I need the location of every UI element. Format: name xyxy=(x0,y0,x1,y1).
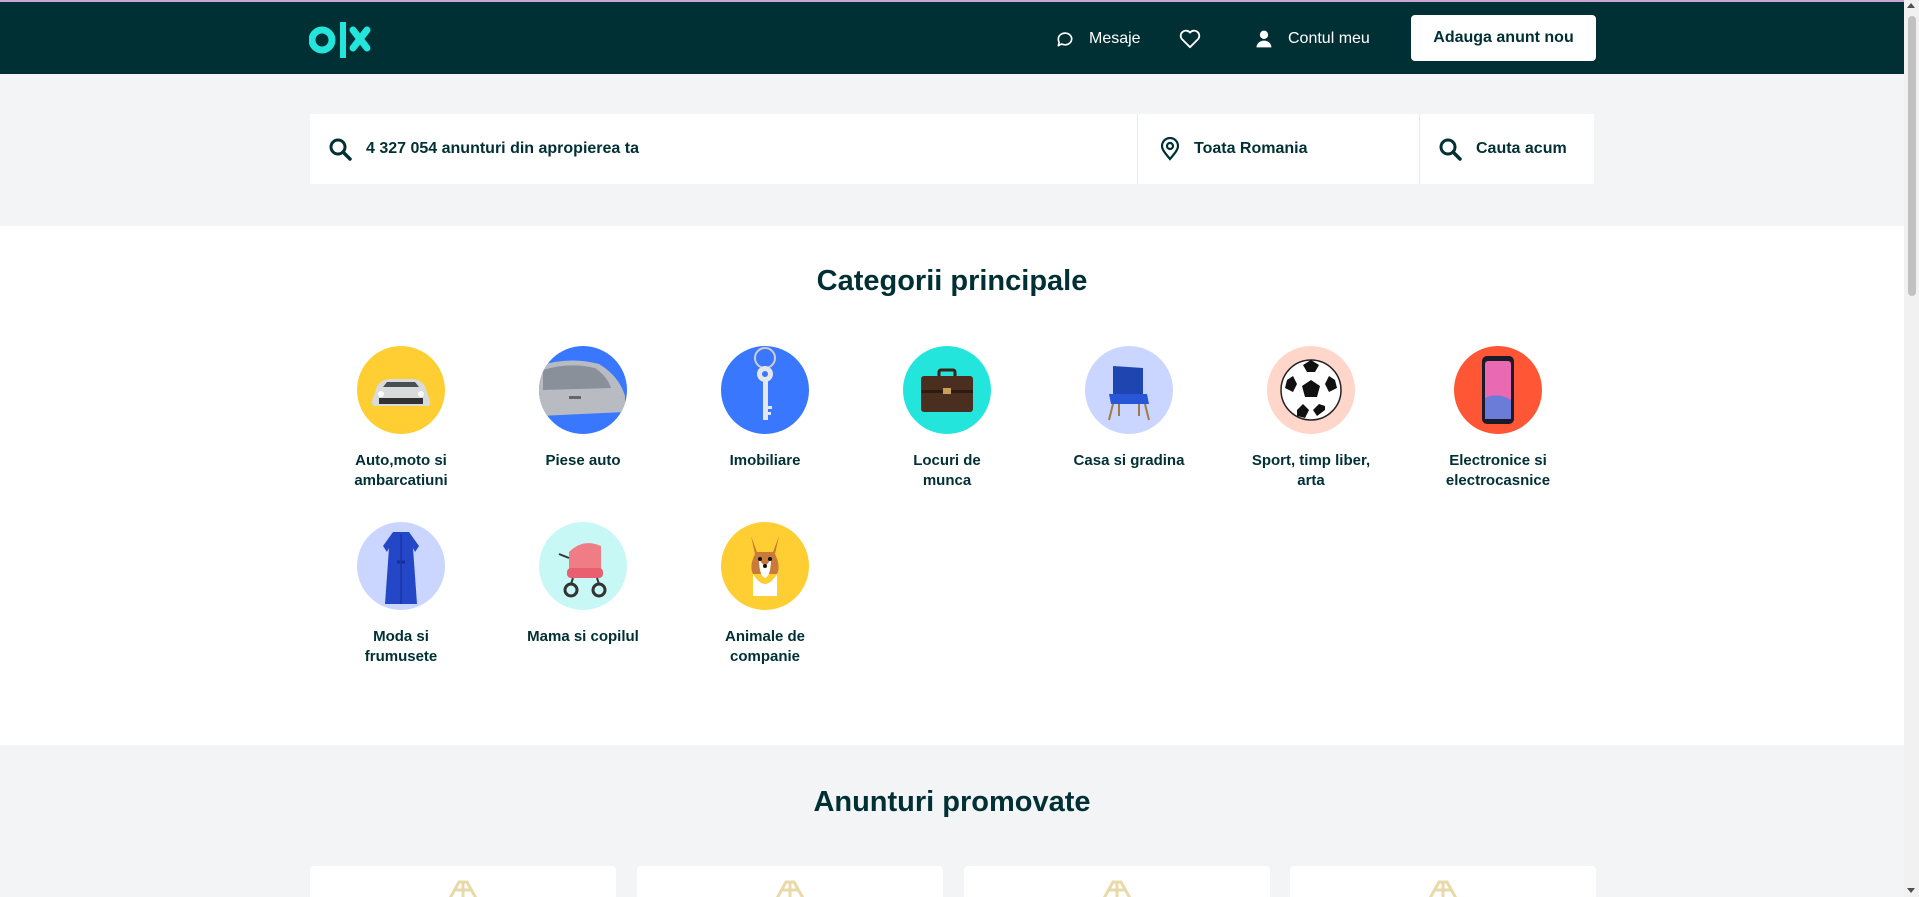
category-label: Imobiliare xyxy=(729,452,801,469)
promoted-card[interactable] xyxy=(310,866,616,897)
location-input[interactable]: Toata Romania xyxy=(1138,114,1420,184)
add-listing-button[interactable]: Adauga anunt nou xyxy=(1411,15,1596,61)
heart-icon xyxy=(1179,29,1201,49)
search-button-label: Cauta acum xyxy=(1476,140,1567,157)
scrollbar-thumb[interactable] xyxy=(1908,16,1916,296)
category-label: Piese auto xyxy=(545,452,621,469)
image-placeholder-icon xyxy=(1428,880,1458,897)
car-door-icon xyxy=(539,346,627,434)
key-icon xyxy=(721,346,809,434)
category-electronice[interactable]: Electronice si electrocasnice xyxy=(1438,346,1558,491)
category-label: Sport, timp liber, arta xyxy=(1251,452,1371,489)
category-imobiliare[interactable]: Imobiliare xyxy=(705,346,825,471)
user-icon xyxy=(1256,30,1272,48)
promoted-card[interactable] xyxy=(964,866,1270,897)
favorites-link[interactable] xyxy=(1179,26,1215,52)
car-icon xyxy=(357,346,445,434)
scroll-up-arrow-icon[interactable] xyxy=(1907,3,1915,8)
account-label: Contul meu xyxy=(1288,30,1370,47)
promoted-card[interactable] xyxy=(1290,866,1596,897)
account-link[interactable]: Contul meu xyxy=(1254,26,1370,52)
category-locuri-de-munca[interactable]: Locuri de munca xyxy=(887,346,1007,491)
soccer-ball-icon xyxy=(1267,346,1355,434)
category-animale[interactable]: Animale de companie xyxy=(705,522,825,667)
category-label: Casa si gradina xyxy=(1073,452,1185,469)
promoted-title: Anunturi promovate xyxy=(813,786,1091,818)
messages-label: Mesaje xyxy=(1089,30,1141,47)
categories-title: Categorii principale xyxy=(816,265,1088,297)
category-casa-si-gradina[interactable]: Casa si gradina xyxy=(1069,346,1189,471)
search-icon xyxy=(1439,138,1462,161)
search-input-text: 4 327 054 anunturi din apropierea ta xyxy=(366,140,639,157)
category-label: Electronice si electrocasnice xyxy=(1445,452,1551,489)
location-input-text: Toata Romania xyxy=(1194,140,1308,157)
phone-icon xyxy=(1454,346,1542,434)
top-header: Mesaje Contul meu Adauga anunt nou xyxy=(0,0,1904,74)
category-moda[interactable]: Moda si frumusete xyxy=(341,522,461,667)
category-label: Animale de companie xyxy=(724,628,806,665)
briefcase-icon xyxy=(903,346,991,434)
category-label: Mama si copilul xyxy=(527,628,639,645)
category-mama-si-copilul[interactable]: Mama si copilul xyxy=(523,522,643,647)
stroller-icon xyxy=(539,522,627,610)
category-sport[interactable]: Sport, timp liber, arta xyxy=(1251,346,1371,491)
promoted-card[interactable] xyxy=(637,866,943,897)
categories-section: Categorii principale Auto,moto si ambarc… xyxy=(0,226,1904,745)
dog-icon xyxy=(721,522,809,610)
category-piese-auto[interactable]: Piese auto xyxy=(523,346,643,471)
olx-logo[interactable] xyxy=(309,20,385,60)
category-auto[interactable]: Auto,moto si ambarcatiuni xyxy=(341,346,461,491)
image-placeholder-icon xyxy=(1102,880,1132,897)
search-button[interactable]: Cauta acum xyxy=(1420,114,1594,184)
category-label: Auto,moto si ambarcatiuni xyxy=(354,452,448,489)
search-input[interactable]: 4 327 054 anunturi din apropierea ta xyxy=(310,114,1138,184)
category-label: Locuri de munca xyxy=(913,452,981,489)
image-placeholder-icon xyxy=(775,880,805,897)
search-icon xyxy=(329,138,352,161)
category-label: Moda si frumusete xyxy=(364,628,438,665)
armchair-icon xyxy=(1085,346,1173,434)
image-placeholder-icon xyxy=(448,880,478,897)
scroll-down-arrow-icon[interactable] xyxy=(1907,888,1915,893)
page-scrollbar[interactable] xyxy=(1904,0,1919,897)
messages-link[interactable]: Mesaje xyxy=(1055,26,1141,52)
dress-icon xyxy=(357,522,445,610)
chat-bubble-icon xyxy=(1057,32,1073,47)
search-bar: 4 327 054 anunturi din apropierea ta Toa… xyxy=(310,114,1594,184)
location-pin-icon xyxy=(1160,137,1180,161)
